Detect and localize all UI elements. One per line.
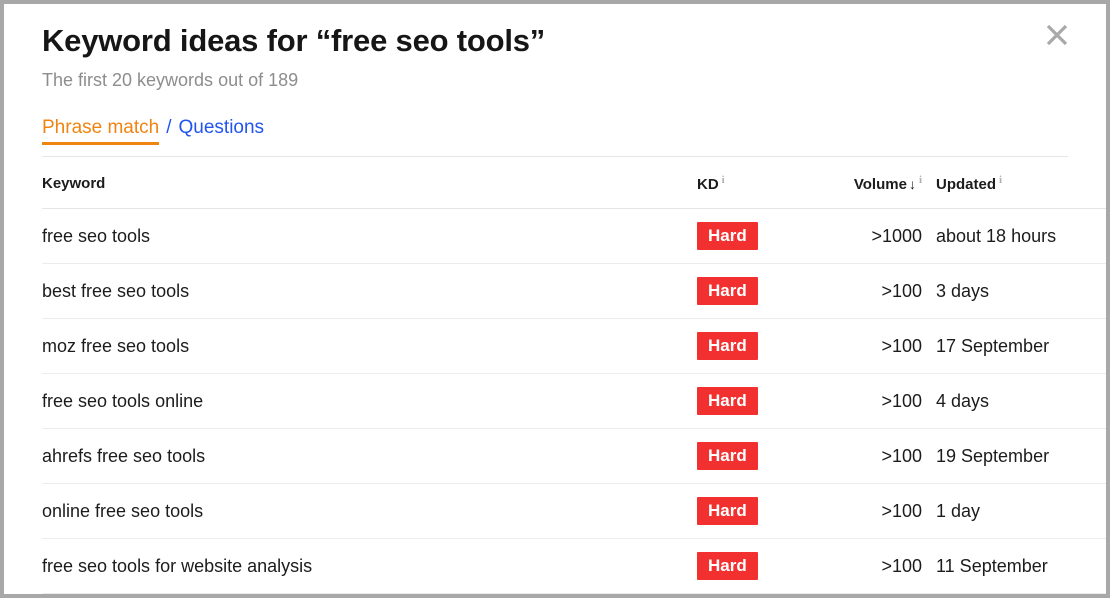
cell-updated: 1 day [922,483,1106,540]
cell-keyword[interactable]: free seo tools online [42,373,697,430]
column-header-updated[interactable]: Updated i [922,157,1106,210]
cell-volume: >100 [817,318,922,375]
column-header-kd-label: KD [697,176,719,194]
cell-updated: 19 September [922,428,1106,485]
column-header-keyword[interactable]: Keyword [42,157,697,210]
cell-volume: >1000 [817,208,922,265]
column-header-updated-label: Updated [936,176,996,194]
cell-updated: 4 days [922,373,1106,430]
table-row[interactable]: online free seo tools Hard >100 1 day [42,483,1106,540]
keyword-ideas-table: Keyword KD i Volume ↓ i Updated i free seo t… [42,157,1106,594]
screenshot-frame: Keyword ideas for “free seo tools” The f… [0,0,1110,598]
cell-volume: >100 [817,483,922,540]
cell-kd: Hard [697,318,817,375]
column-header-volume[interactable]: Volume ↓ i [817,157,922,210]
sort-descending-icon[interactable]: ↓ [909,176,916,192]
cell-volume: >100 [817,538,922,594]
tab-questions[interactable]: Questions [179,117,265,139]
cell-kd: Hard [697,483,817,540]
table-header-row: Keyword KD i Volume ↓ i Updated i [42,157,1106,210]
column-header-keyword-label: Keyword [42,175,106,193]
page-title: Keyword ideas for “free seo tools” [42,23,546,58]
cell-volume: >100 [817,263,922,320]
kd-badge: Hard [697,442,758,471]
cell-kd: Hard [697,373,817,430]
kd-badge: Hard [697,332,758,361]
cell-updated: 3 days [922,263,1106,320]
cell-kd: Hard [697,428,817,485]
keyword-ideas-modal: Keyword ideas for “free seo tools” The f… [4,4,1106,594]
kd-badge: Hard [697,497,758,526]
table-row[interactable]: best free seo tools Hard >100 3 days [42,263,1106,320]
close-icon [1044,22,1070,48]
kd-badge: Hard [697,222,758,251]
column-header-volume-label: Volume [853,176,907,194]
cell-keyword[interactable]: online free seo tools [42,483,697,540]
cell-keyword[interactable]: moz free seo tools [42,318,697,375]
kd-badge: Hard [697,552,758,581]
table-row[interactable]: moz free seo tools Hard >100 17 September [42,318,1106,375]
tab-separator: / [166,117,172,139]
table-row[interactable]: ahrefs free seo tools Hard >100 19 Septembe… [42,428,1106,485]
info-icon-updated[interactable]: i [999,174,1002,186]
table-row[interactable]: free seo tools online Hard >100 4 days [42,373,1106,430]
tab-bar: Phrase match / Questions [42,117,1068,158]
cell-keyword[interactable]: ahrefs free seo tools [42,428,697,485]
cell-keyword[interactable]: free seo tools for website analysis [42,538,697,594]
modal-header: Keyword ideas for “free seo tools” The f… [4,4,1106,92]
kd-badge: Hard [697,277,758,306]
kd-badge: Hard [697,387,758,416]
table-header: Keyword KD i Volume ↓ i Updated i [42,157,1106,210]
info-icon-volume[interactable]: i [919,174,922,186]
column-header-kd[interactable]: KD i [697,157,817,210]
close-button[interactable] [1040,18,1074,52]
cell-updated: 11 September [922,538,1106,594]
modal-subtitle: The first 20 keywords out of 189 [42,69,299,90]
tab-phrase-match[interactable]: Phrase match [42,117,160,146]
cell-keyword[interactable]: best free seo tools [42,263,697,320]
table-row[interactable]: free seo tools for website analysis Hard >… [42,538,1106,594]
cell-updated: about 18 hours [922,208,1106,265]
cell-kd: Hard [697,538,817,594]
cell-volume: >100 [817,428,922,485]
cell-volume: >100 [817,373,922,430]
table-row[interactable]: free seo tools Hard >1000 about 18 hours [42,208,1106,265]
info-icon-kd[interactable]: i [722,174,725,186]
cell-updated: 17 September [922,318,1106,375]
table-body: free seo tools Hard >1000 about 18 hours bes… [42,208,1106,594]
cell-kd: Hard [697,263,817,320]
cell-keyword[interactable]: free seo tools [42,208,697,265]
cell-kd: Hard [697,208,817,265]
